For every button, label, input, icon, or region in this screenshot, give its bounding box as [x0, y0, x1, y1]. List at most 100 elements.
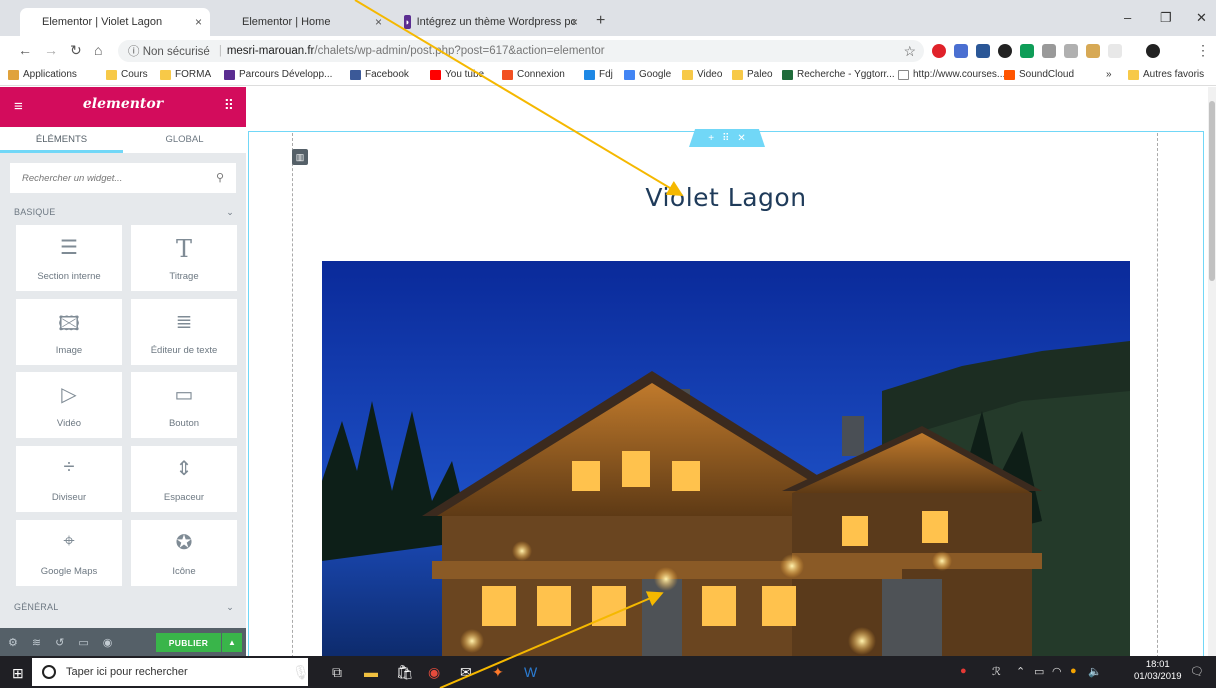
address-bar[interactable]: ⓘ Non sécurisé | mesri-marouan.fr /chale…: [118, 40, 924, 62]
scrollbar-thumb[interactable]: [1209, 101, 1215, 281]
bookmark-courses[interactable]: http://www.courses...: [898, 69, 1005, 80]
button-icon: ▭: [174, 383, 194, 406]
section-toolbar[interactable]: + ⠿ ✕: [689, 129, 765, 147]
bookmark-video[interactable]: Video: [682, 69, 722, 80]
tab-label: Elementor | Home: [242, 16, 331, 28]
bookmark-cours[interactable]: Cours: [106, 69, 148, 80]
widget-button[interactable]: ▭ Bouton: [131, 372, 237, 438]
extension-icon[interactable]: [1020, 44, 1034, 58]
reload-icon[interactable]: ↻: [70, 42, 82, 59]
extension-icon[interactable]: [998, 44, 1012, 58]
camera-extension-icon[interactable]: [1042, 44, 1056, 58]
tab-global[interactable]: GLOBAL: [123, 127, 246, 153]
responsive-mode-icon[interactable]: ▭: [78, 636, 88, 649]
tab-elementor-home[interactable]: Elementor | Home ×: [220, 8, 390, 36]
notifications-icon[interactable]: 🗨: [1190, 665, 1204, 678]
minimize-icon[interactable]: –: [1124, 10, 1131, 25]
category-basic[interactable]: BASIQUE ⌄: [0, 197, 246, 227]
bookmark-yggtorrent[interactable]: Recherche - Yggtorr...: [782, 69, 895, 80]
opera-extension-icon[interactable]: [932, 44, 946, 58]
extension-icon[interactable]: [1108, 44, 1122, 58]
widget-image[interactable]: 🖾 Image: [16, 299, 122, 365]
widget-heading[interactable]: T Titrage: [131, 225, 237, 291]
wifi-icon[interactable]: ◠: [1052, 665, 1062, 678]
chalet-night-photo: [322, 261, 1130, 656]
microphone-icon[interactable]: 🎙: [292, 664, 310, 681]
close-tab-icon[interactable]: ×: [571, 15, 578, 29]
network-icon[interactable]: ▭: [1034, 665, 1044, 678]
close-tab-icon[interactable]: ×: [375, 15, 382, 29]
home-icon[interactable]: ⌂: [94, 42, 102, 58]
widget-divider[interactable]: ÷ Diviseur: [16, 446, 122, 512]
bookmark-star-icon[interactable]: ☆: [903, 43, 916, 60]
category-general[interactable]: GÉNÉRAL ⌄: [0, 592, 246, 622]
inner-section-icon: ☰: [60, 236, 78, 259]
tray-app-icon[interactable]: ●: [1070, 665, 1077, 677]
bookmark-soundcloud[interactable]: SoundCloud: [1004, 69, 1074, 80]
settings-gear-icon[interactable]: ⚙: [8, 636, 18, 649]
widget-spacer[interactable]: ⇕ Espaceur: [131, 446, 237, 512]
system-clock[interactable]: 18:01 01/03/2019: [1134, 659, 1182, 683]
widget-google-maps[interactable]: ⌖ Google Maps: [16, 520, 122, 586]
widget-text-editor[interactable]: ≣ Éditeur de texte: [131, 299, 237, 365]
taskbar-search[interactable]: Taper ici pour rechercher: [32, 658, 308, 686]
volume-icon[interactable]: 🔈: [1088, 665, 1102, 678]
antivirus-tray-icon[interactable]: ●: [960, 665, 967, 677]
widgets-grid-icon[interactable]: ⠿: [224, 97, 234, 114]
new-tab-button[interactable]: +: [596, 12, 605, 30]
store-icon[interactable]: 🛍: [396, 664, 414, 681]
bookmark-other-favorites[interactable]: Autres favoris: [1128, 69, 1204, 80]
close-tab-icon[interactable]: ×: [195, 15, 202, 29]
widget-video[interactable]: ▷ Vidéo: [16, 372, 122, 438]
tab-integrez-theme[interactable]: ◗ Intégrez un thème Wordpress pc ×: [394, 8, 586, 36]
extension-icon[interactable]: [954, 44, 968, 58]
close-window-icon[interactable]: ✕: [1196, 10, 1207, 26]
widget-icon[interactable]: ✪ Icône: [131, 520, 237, 586]
tab-elementor-violet-lagon[interactable]: Elementor | Violet Lagon ×: [20, 8, 210, 36]
bookmark-google[interactable]: Google: [624, 69, 671, 80]
bookmark-paleo[interactable]: Paleo: [732, 69, 773, 80]
tray-chevron-up-icon[interactable]: ⌃: [1016, 665, 1025, 678]
browser-menu-icon[interactable]: ⋮: [1196, 42, 1210, 59]
publish-options-caret-icon[interactable]: ▲: [222, 633, 242, 652]
delete-section-icon[interactable]: ✕: [737, 133, 745, 144]
profile-avatar[interactable]: [1146, 44, 1160, 58]
bookmark-applications[interactable]: Applications: [8, 69, 77, 80]
bookmark-connexion[interactable]: Connexion: [502, 69, 565, 80]
tab-elements[interactable]: ÉLÉMENTS: [0, 127, 123, 153]
back-icon[interactable]: ←: [18, 42, 32, 58]
preview-eye-icon[interactable]: ◉: [103, 636, 113, 649]
security-label[interactable]: ⓘ Non sécurisé: [128, 43, 210, 59]
windows-start-icon[interactable]: ⊞: [12, 665, 24, 682]
mail-icon[interactable]: ✉: [460, 664, 472, 681]
widget-inner-section[interactable]: ☰ Section interne: [16, 225, 122, 291]
extension-icon[interactable]: [1064, 44, 1078, 58]
history-icon[interactable]: ↺: [55, 636, 64, 649]
bookmark-parcours[interactable]: Parcours Développ...: [224, 69, 332, 80]
page-title[interactable]: Violet Lagon: [546, 183, 906, 212]
people-icon[interactable]: ℛ: [992, 665, 1001, 678]
bookmark-fdj[interactable]: Fdj: [584, 69, 613, 80]
forward-icon[interactable]: →: [44, 42, 58, 58]
app-icon[interactable]: ✦: [492, 664, 504, 681]
bookmark-youtube[interactable]: You tube: [430, 69, 484, 80]
column-handle-icon[interactable]: ▥: [292, 149, 308, 165]
navigator-layers-icon[interactable]: ≋: [32, 636, 41, 649]
cast-extension-icon[interactable]: [976, 44, 990, 58]
more-bookmarks-button[interactable]: »: [1106, 69, 1112, 80]
widget-search-input[interactable]: [10, 163, 236, 193]
bookmark-forma[interactable]: FORMA: [160, 69, 211, 80]
chalet-image[interactable]: [322, 261, 1130, 656]
file-explorer-icon[interactable]: ▬: [364, 664, 378, 680]
chrome-icon[interactable]: ◉: [428, 664, 440, 681]
restore-icon[interactable]: ❐: [1160, 10, 1172, 26]
task-view-icon[interactable]: ⧉: [332, 664, 342, 681]
publish-button[interactable]: PUBLIER: [156, 633, 221, 652]
extension-icon[interactable]: [1086, 44, 1100, 58]
add-section-icon[interactable]: +: [708, 133, 714, 144]
word-icon[interactable]: W: [524, 664, 537, 680]
microsoft-icon: [502, 69, 513, 80]
bookmark-facebook[interactable]: Facebook: [350, 69, 409, 80]
page-scrollbar[interactable]: [1208, 87, 1216, 656]
drag-handle-icon[interactable]: ⠿: [722, 133, 729, 144]
